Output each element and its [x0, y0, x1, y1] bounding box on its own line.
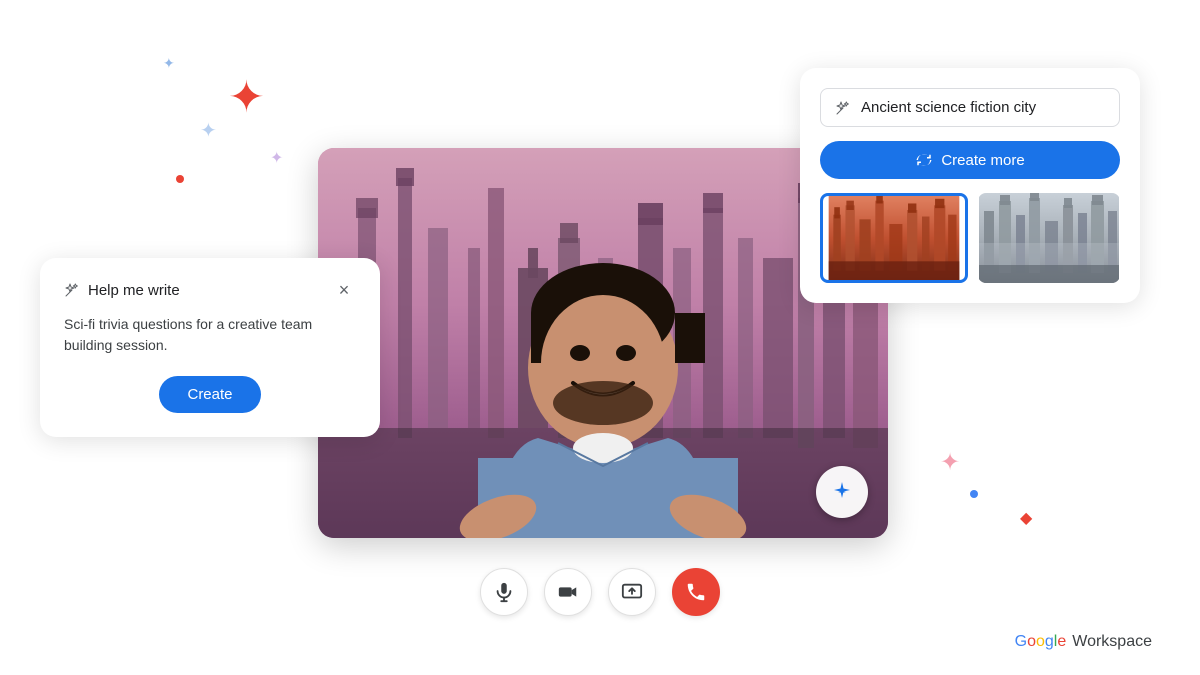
ai-sparkle-button[interactable]: [816, 466, 868, 518]
create-more-label: Create more: [941, 152, 1024, 169]
magic-wand-icon: [835, 100, 851, 116]
image-thumbnails: [820, 193, 1120, 283]
help-write-title: Help me write: [88, 282, 180, 299]
create-more-button[interactable]: Create more: [820, 141, 1120, 179]
google-text: Google: [1015, 633, 1067, 651]
mic-icon: [493, 581, 515, 603]
image-prompt-row: [820, 88, 1120, 127]
sparkle-pink: ✦: [940, 448, 960, 477]
thumbnail-1-image: [823, 196, 965, 280]
card-header-left: Help me write: [64, 282, 180, 299]
share-screen-icon: [621, 581, 643, 603]
end-call-button[interactable]: [672, 568, 720, 616]
card-header: Help me write ×: [64, 278, 356, 302]
sparkle-icon-sm-blue: ✦: [163, 55, 175, 72]
sparkle-icon: [830, 480, 854, 504]
camera-button[interactable]: [544, 568, 592, 616]
create-button[interactable]: Create: [159, 376, 260, 413]
dot-blue-1: [970, 490, 978, 498]
thumbnail-2-image: [978, 193, 1120, 283]
workspace-text: Workspace: [1072, 633, 1152, 651]
thumbnail-1[interactable]: [820, 193, 968, 283]
sparkle-icon-red-large: ✦: [228, 72, 265, 123]
thumbnail-2[interactable]: [978, 193, 1120, 283]
help-write-body: Sci-fi trivia questions for a creative t…: [64, 314, 356, 356]
help-write-card: Help me write × Sci-fi trivia questions …: [40, 258, 380, 437]
sparkle-icon-purple: ✦: [270, 148, 283, 168]
camera-icon: [557, 581, 579, 603]
video-controls-bar: [480, 568, 720, 616]
wand-icon: [64, 282, 80, 298]
share-screen-button[interactable]: [608, 568, 656, 616]
image-gen-card: Create more: [800, 68, 1140, 303]
dot-red-1: [176, 175, 184, 183]
sparkle-icon-blue-med: ✦: [200, 118, 217, 143]
close-button[interactable]: ×: [332, 278, 356, 302]
mic-button[interactable]: [480, 568, 528, 616]
image-prompt-input[interactable]: [861, 99, 1105, 116]
sparkle-red-sm: ◆: [1020, 508, 1032, 528]
end-call-icon: [685, 581, 707, 603]
refresh-icon: [915, 151, 933, 169]
google-workspace-logo: Google Workspace: [1015, 633, 1152, 651]
